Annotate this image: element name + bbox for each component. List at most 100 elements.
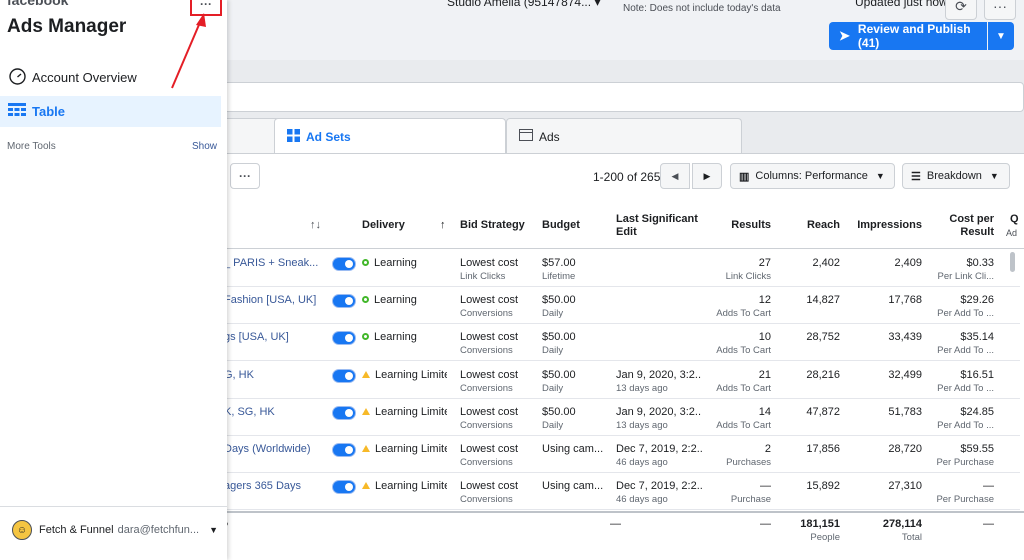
- tab-ad-sets[interactable]: Ad Sets: [274, 118, 506, 154]
- budget-cell: $50.00 Daily: [542, 368, 576, 396]
- account-switcher[interactable]: ☺ Fetch & Funnel dara@fetchfun... ▼: [12, 520, 218, 540]
- next-page-button[interactable]: ▶: [692, 163, 722, 189]
- vertical-scrollbar[interactable]: [1010, 252, 1015, 272]
- toolbar-more-button[interactable]: ···: [230, 163, 260, 189]
- cpr-cell: $35.14 Per Add To ...: [930, 330, 994, 358]
- results-cell: 12 Adds To Cart: [710, 293, 771, 321]
- refresh-icon: ⟳: [955, 0, 967, 14]
- results-cell: 27 Link Clicks: [710, 256, 771, 284]
- chevron-down-icon: ▼: [996, 30, 1006, 42]
- header-budget[interactable]: Budget: [542, 219, 580, 232]
- ad-set-name[interactable]: G, HK: [224, 368, 320, 382]
- sidebar-item-table[interactable]: Table: [0, 96, 221, 127]
- totals-edit: —: [610, 518, 621, 530]
- search-filter-bar[interactable]: [220, 82, 1024, 112]
- columns-dropdown[interactable]: ▥ Columns: Performance ▼: [730, 163, 895, 189]
- table-row[interactable]: Fashion [USA, UK] Learning Lowest cost Co…: [220, 287, 1020, 324]
- chevron-down-icon: ▾: [594, 0, 601, 9]
- budget-sub: Daily: [542, 383, 564, 394]
- ad-icon: [519, 129, 533, 144]
- header-results[interactable]: Results: [710, 219, 771, 232]
- bid-strategy: Lowest cost: [460, 331, 519, 343]
- more-icon: ···: [239, 169, 251, 183]
- totals-reach-sub: People: [810, 532, 840, 543]
- results-value: 2: [764, 443, 771, 455]
- columns-icon: ▥: [739, 170, 750, 183]
- ad-set-toggle[interactable]: [332, 331, 356, 345]
- impressions-value: 17,768: [888, 294, 922, 306]
- edit-cell: Dec 7, 2019, 2:2... 46 days ago: [616, 442, 702, 470]
- header-q[interactable]: Q: [1010, 213, 1019, 226]
- review-publish-label: Review and Publish (41): [857, 22, 971, 50]
- prev-page-button[interactable]: ◀: [660, 163, 690, 189]
- header-last-edit[interactable]: Last Significant Edit: [616, 213, 706, 239]
- ad-set-name[interactable]: _ PARIS + Sneak...: [224, 256, 320, 270]
- ad-set-name[interactable]: gs [USA, UK]: [224, 330, 320, 344]
- tab-ads[interactable]: Ads: [506, 118, 742, 154]
- account-email: dara@fetchfun...: [117, 524, 200, 536]
- reach-value: 2,402: [812, 257, 840, 269]
- cpr-sub: Per Add To ...: [937, 345, 994, 356]
- account-selector[interactable]: Studio Amelia (95147874... ▾: [447, 0, 600, 9]
- header-reach[interactable]: Reach: [780, 219, 840, 232]
- cpr-value: $35.14: [960, 331, 994, 343]
- header-delivery[interactable]: Delivery: [362, 219, 405, 232]
- status-learning-icon: [362, 296, 369, 303]
- bid-cell: Lowest cost Conversions: [460, 330, 518, 358]
- ad-set-toggle[interactable]: [332, 443, 356, 457]
- ad-set-toggle[interactable]: [332, 257, 356, 271]
- table-row[interactable]: gs [USA, UK] Learning Lowest cost Convers…: [220, 324, 1020, 361]
- breakdown-icon: ☰: [911, 170, 921, 183]
- results-value: 12: [758, 294, 771, 306]
- budget-sub: Lifetime: [542, 271, 576, 282]
- bid-sub: Conversions: [460, 383, 513, 394]
- bid-strategy: Lowest cost: [460, 443, 519, 455]
- budget-cell: Using cam...: [542, 479, 603, 493]
- show-more-tools-link[interactable]: Show: [192, 141, 217, 152]
- table-row[interactable]: agers 365 Days Learning Limite Lowest co…: [220, 473, 1020, 510]
- tab-ads-label: Ads: [539, 129, 560, 144]
- delivery-cell: Learning Limite: [362, 368, 447, 382]
- table-row[interactable]: K, SG, HK Learning Limite Lowest cost Con…: [220, 399, 1020, 436]
- more-options-button[interactable]: ···: [984, 0, 1016, 20]
- ad-set-name[interactable]: K, SG, HK: [224, 405, 320, 419]
- table-row[interactable]: G, HK Learning Limite Lowest cost Convers…: [220, 362, 1020, 399]
- bid-cell: Lowest cost Conversions: [460, 368, 518, 396]
- ad-set-toggle[interactable]: [332, 294, 356, 308]
- budget-cell: $50.00 Daily: [542, 405, 576, 433]
- ad-set-toggle[interactable]: [332, 406, 356, 420]
- header-bid-strategy[interactable]: Bid Strategy: [460, 219, 525, 232]
- impressions-value: 2,409: [894, 257, 922, 269]
- sidebar-item-label: Account Overview: [32, 70, 137, 85]
- review-publish-button[interactable]: ➤ Review and Publish (41): [829, 22, 987, 50]
- ad-set-name[interactable]: agers 365 Days: [224, 479, 320, 493]
- bid-cell: Lowest cost Conversions: [460, 479, 518, 507]
- results-sub: Adds To Cart: [716, 308, 771, 319]
- bid-sub: Link Clicks: [460, 271, 506, 282]
- sort-icon[interactable]: ↑↓: [310, 219, 321, 232]
- chevron-down-icon: ▼: [989, 171, 999, 181]
- budget-value: $57.00: [542, 257, 576, 269]
- sidebar-more-button[interactable]: ···: [190, 0, 222, 16]
- ad-set-toggle[interactable]: [332, 369, 356, 383]
- reach-value: 17,856: [806, 443, 840, 455]
- ad-set-toggle[interactable]: [332, 480, 356, 494]
- refresh-button[interactable]: ⟳: [945, 0, 977, 20]
- breakdown-dropdown[interactable]: ☰ Breakdown ▼: [902, 163, 1010, 189]
- delivery-status: Learning: [374, 257, 417, 269]
- table-row[interactable]: Days (Worldwide) Learning Limite Lowest …: [220, 436, 1020, 473]
- bid-strategy: Lowest cost: [460, 406, 519, 418]
- ad-set-name[interactable]: Fashion [USA, UK]: [224, 293, 320, 307]
- warning-icon: [362, 482, 370, 489]
- header-cost-per-result[interactable]: Cost per Result: [934, 213, 994, 239]
- sidebar-item-account-overview[interactable]: Account Overview: [0, 62, 221, 93]
- results-cell: 2 Purchases: [710, 442, 771, 470]
- tab-campaigns[interactable]: [220, 118, 280, 154]
- review-publish-dropdown[interactable]: ▼: [988, 22, 1014, 50]
- table-row[interactable]: _ PARIS + Sneak... Learning Lowest cost L…: [220, 250, 1020, 287]
- header-impressions[interactable]: Impressions: [850, 219, 922, 232]
- delivery-cell: Learning Limite: [362, 442, 447, 456]
- chevron-right-icon: ▶: [703, 170, 711, 181]
- ad-set-name[interactable]: Days (Worldwide): [224, 442, 320, 456]
- sort-arrow-icon[interactable]: ↑: [440, 219, 446, 232]
